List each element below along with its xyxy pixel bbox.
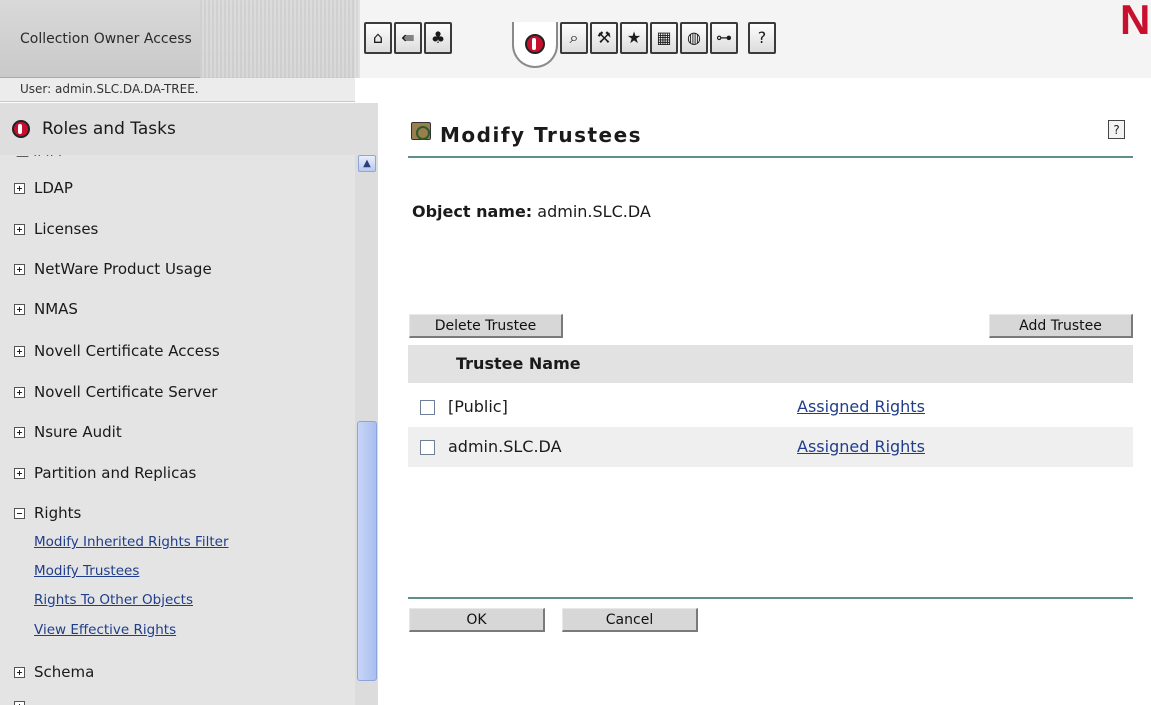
header-title-area: Collection Owner Access [0, 0, 360, 78]
sidebar-item-clipped[interactable] [14, 701, 34, 705]
favorites-icon[interactable]: ★ [620, 22, 648, 54]
trustee-name: admin.SLC.DA [448, 437, 562, 456]
scroll-up-arrow-icon[interactable]: ▲ [358, 155, 376, 172]
sidebar-title: Roles and Tasks [42, 119, 176, 139]
bottom-divider [408, 597, 1133, 599]
trustee-name: [Public] [448, 397, 508, 416]
collapse-icon[interactable] [14, 507, 25, 519]
add-trustee-button[interactable]: Add Trustee [989, 314, 1133, 338]
assigned-rights-link[interactable]: Assigned Rights [797, 397, 925, 416]
title-divider [408, 156, 1133, 158]
ok-button[interactable]: OK [409, 608, 545, 632]
trustees-icon [411, 122, 431, 140]
task-modify-trustees[interactable]: Modify Trustees [34, 563, 139, 579]
roles-icon[interactable] [512, 22, 558, 68]
sidebar-item-schema[interactable]: Schema [14, 663, 94, 681]
main-content: Modify Trustees ? Object name: admin.SLC… [378, 103, 1151, 705]
sidebar: Roles and Tasks — ·· ·· · LDAP Licenses … [0, 103, 378, 705]
sidebar-item-ldap[interactable]: LDAP [14, 179, 73, 197]
sidebar-task-list: — ·· ·· · LDAP Licenses NetWare Product … [0, 155, 355, 705]
expand-icon[interactable] [14, 701, 25, 705]
sidebar-item-netware-product-usage[interactable]: NetWare Product Usage [14, 260, 212, 278]
column-header-trustee-name: Trustee Name [456, 354, 581, 373]
expand-icon[interactable] [14, 303, 25, 315]
cancel-button[interactable]: Cancel [562, 608, 698, 632]
trustee-table-header: Trustee Name [408, 345, 1133, 383]
expand-icon[interactable] [14, 263, 25, 275]
home-icon[interactable]: ⌂ [364, 22, 392, 54]
help-book-icon[interactable]: ? [748, 22, 776, 54]
expand-icon[interactable] [14, 223, 25, 235]
sidebar-item-nsure-audit[interactable]: Nsure Audit [14, 423, 122, 441]
create-icon[interactable]: ⚒ [590, 22, 618, 54]
tree-icon[interactable]: ♣ [424, 22, 452, 54]
expand-icon[interactable] [14, 666, 25, 678]
clipped-item: — ·· ·· · [16, 155, 63, 164]
configure-icon[interactable]: ◍ [680, 22, 708, 54]
expand-icon[interactable] [14, 467, 25, 479]
expand-icon[interactable] [14, 386, 25, 398]
app-title: Collection Owner Access [20, 31, 192, 47]
expand-icon[interactable] [14, 182, 25, 194]
search-icon[interactable]: ⌕ [560, 22, 588, 54]
sidebar-item-nmas[interactable]: NMAS [14, 300, 78, 318]
roles-icon [12, 120, 30, 138]
row-checkbox[interactable] [420, 440, 435, 455]
user-bar: User: admin.SLC.DA.DA-TREE. [0, 78, 355, 102]
task-rights-to-other-objects[interactable]: Rights To Other Objects [34, 592, 193, 608]
exit-icon[interactable]: ⇚ [394, 22, 422, 54]
expand-icon[interactable] [14, 345, 25, 357]
sidebar-item-licenses[interactable]: Licenses [14, 220, 98, 238]
assigned-rights-link[interactable]: Assigned Rights [797, 437, 925, 456]
scroll-thumb[interactable] [357, 421, 377, 681]
page-title: Modify Trustees [440, 123, 643, 147]
sidebar-scrollbar[interactable]: ▲ [355, 155, 378, 705]
object-name-line: Object name: admin.SLC.DA [412, 202, 651, 221]
task-modify-inherited-rights-filter[interactable]: Modify Inherited Rights Filter [34, 534, 229, 550]
table-row: admin.SLC.DA Assigned Rights [408, 427, 1133, 467]
table-row: [Public] Assigned Rights [408, 387, 1133, 427]
user-label: User: admin.SLC.DA.DA-TREE. [20, 82, 199, 96]
sidebar-item-partition-and-replicas[interactable]: Partition and Replicas [14, 464, 196, 482]
sidebar-header: Roles and Tasks [0, 103, 378, 155]
connections-icon[interactable]: ⊶ [710, 22, 738, 54]
object-name-label: Object name: [412, 202, 533, 221]
sidebar-item-novell-certificate-access[interactable]: Novell Certificate Access [14, 342, 220, 360]
row-checkbox[interactable] [420, 400, 435, 415]
object-name-value: admin.SLC.DA [537, 202, 651, 221]
expand-icon[interactable] [14, 426, 25, 438]
task-view-effective-rights[interactable]: View Effective Rights [34, 622, 176, 638]
delete-trustee-button[interactable]: Delete Trustee [409, 314, 563, 338]
sidebar-item-novell-certificate-server[interactable]: Novell Certificate Server [14, 383, 217, 401]
help-icon[interactable]: ? [1108, 120, 1125, 139]
objects-icon[interactable]: ▦ [650, 22, 678, 54]
header-stripes [200, 0, 360, 78]
header-bar: Collection Owner Access ⌂ ⇚ ♣ ⌕ ⚒ ★ ▦ ◍ … [0, 0, 1151, 78]
sidebar-item-rights[interactable]: Rights [14, 504, 81, 522]
novell-logo: N [1120, 0, 1151, 43]
